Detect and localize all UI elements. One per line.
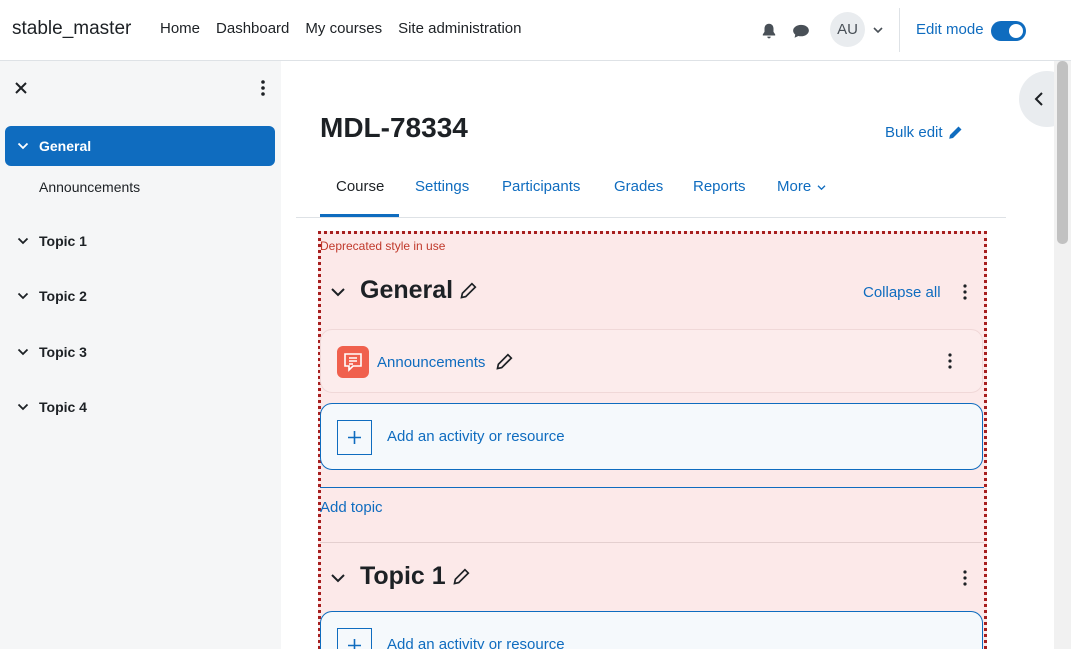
- active-tab-indicator: [320, 214, 399, 217]
- kebab-menu-icon[interactable]: [947, 353, 953, 369]
- pencil-icon: [948, 126, 962, 139]
- chevron-down-icon[interactable]: [330, 572, 346, 584]
- close-icon[interactable]: [12, 79, 30, 97]
- top-navbar: stable_master Home Dashboard My courses …: [0, 0, 1071, 61]
- add-activity-button[interactable]: Add an activity or resource: [320, 403, 983, 470]
- plus-glyph-icon: [348, 431, 361, 444]
- section-label: Topic 3: [39, 344, 87, 360]
- site-brand[interactable]: stable_master: [12, 18, 131, 40]
- bulk-edit-button[interactable]: Bulk edit: [885, 124, 963, 141]
- kebab-menu-icon[interactable]: [962, 570, 968, 586]
- chevron-down-icon[interactable]: [330, 286, 346, 298]
- section-label: General: [39, 138, 92, 154]
- pencil-icon[interactable]: [452, 567, 470, 586]
- scrollbar-thumb[interactable]: [1057, 61, 1068, 244]
- chevron-down-icon: [17, 237, 29, 245]
- page-title: MDL-78334: [320, 112, 468, 143]
- section-label: Topic 2: [39, 288, 87, 304]
- chevron-down-icon: [17, 142, 29, 150]
- section-label: Topic 4: [39, 399, 87, 415]
- kebab-menu-icon[interactable]: [962, 284, 968, 300]
- chevron-left-icon: [1034, 92, 1043, 106]
- tab-course[interactable]: Course: [336, 178, 384, 195]
- chevron-down-icon: [17, 292, 29, 300]
- forum-glyph-icon: [344, 353, 362, 372]
- course-index-section-topic-3[interactable]: Topic 3: [5, 332, 275, 372]
- chevron-down-icon: [17, 348, 29, 356]
- pencil-icon[interactable]: [495, 353, 513, 371]
- course-index-section-topic-4[interactable]: Topic 4: [5, 387, 275, 427]
- bell-icon[interactable]: [760, 22, 778, 40]
- edit-mode-toggle[interactable]: [991, 21, 1026, 41]
- course-index-drawer: General Announcements Topic 1 Topic 2 To…: [0, 61, 281, 649]
- kebab-menu-icon[interactable]: [255, 79, 271, 97]
- edit-mode-label[interactable]: Edit mode: [916, 21, 984, 38]
- tab-more-label: More: [777, 178, 812, 195]
- activity-name: Announcements: [377, 353, 486, 371]
- course-index-section-general[interactable]: General: [5, 126, 275, 166]
- section-name: General: [360, 276, 454, 304]
- nav-link-my-courses[interactable]: My courses: [305, 20, 382, 37]
- plus-icon: [337, 420, 372, 455]
- bulk-edit-label: Bulk edit: [885, 124, 943, 141]
- plus-glyph-icon: [348, 639, 361, 649]
- secondary-navigation: Course Settings Participants Grades Repo…: [296, 166, 1006, 218]
- deprecated-notice: Deprecated style in use: [320, 239, 446, 253]
- tab-more[interactable]: More: [777, 178, 826, 195]
- add-topic-divider: [320, 487, 984, 488]
- section-label: Topic 1: [39, 233, 87, 249]
- course-index-section-topic-2[interactable]: Topic 2: [5, 276, 275, 316]
- tab-participants[interactable]: Participants: [502, 178, 580, 195]
- nav-link-home[interactable]: Home: [160, 20, 200, 37]
- add-activity-label: Add an activity or resource: [387, 428, 565, 445]
- nav-link-site-administration[interactable]: Site administration: [398, 20, 521, 37]
- page-scrollbar[interactable]: [1054, 61, 1071, 649]
- chevron-down-icon[interactable]: [872, 25, 884, 35]
- section-name: Topic 1: [360, 562, 446, 590]
- activity-link-announcements[interactable]: Announcements: [377, 353, 513, 371]
- section-title-general: General: [360, 276, 477, 305]
- tab-grades[interactable]: Grades: [614, 178, 663, 195]
- course-index-section-topic-1[interactable]: Topic 1: [5, 221, 275, 261]
- navbar-divider: [899, 8, 900, 52]
- add-topic-link[interactable]: Add topic: [320, 499, 383, 516]
- course-index-activity-announcements[interactable]: Announcements: [39, 179, 140, 195]
- messages-icon[interactable]: [792, 22, 810, 40]
- chevron-down-icon: [17, 403, 29, 411]
- pencil-icon[interactable]: [459, 281, 477, 300]
- forum-icon: [337, 346, 369, 378]
- tab-reports[interactable]: Reports: [693, 178, 746, 195]
- add-activity-button[interactable]: Add an activity or resource: [320, 611, 983, 649]
- nav-link-dashboard[interactable]: Dashboard: [216, 20, 289, 37]
- add-activity-label: Add an activity or resource: [387, 636, 565, 649]
- chevron-down-icon: [817, 185, 826, 191]
- user-avatar[interactable]: AU: [830, 12, 865, 47]
- tab-settings[interactable]: Settings: [415, 178, 469, 195]
- primary-navigation: Home Dashboard My courses Site administr…: [160, 20, 522, 37]
- section-divider: [320, 542, 984, 543]
- plus-icon: [337, 628, 372, 649]
- section-title-topic-1: Topic 1: [360, 562, 470, 591]
- collapse-all-link[interactable]: Collapse all: [863, 284, 941, 301]
